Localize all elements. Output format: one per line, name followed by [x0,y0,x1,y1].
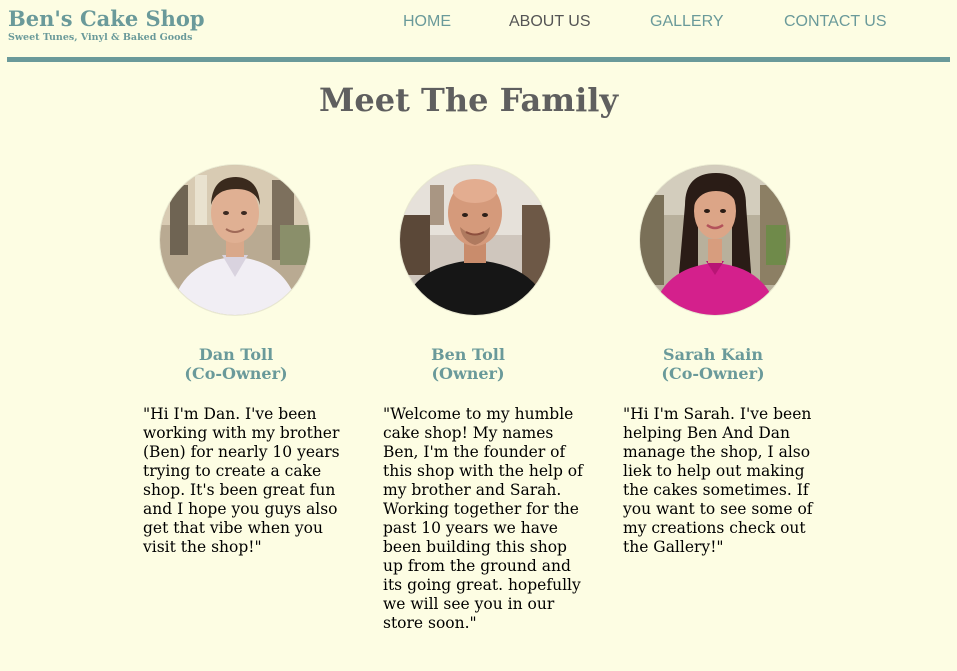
portrait-sarah-image [640,165,790,315]
nav-link-home[interactable]: HOME [403,12,451,32]
site-tagline: Sweet Tunes, Vinyl & Baked Goods [8,32,193,43]
member-name: Dan Toll [198,345,274,364]
member-role: (Owner) [431,364,505,383]
nav-link-gallery[interactable]: GALLERY [650,12,724,32]
member-name-block: Ben Toll (Owner) [363,345,573,383]
member-role: (Co-Owner) [184,364,288,383]
nav-link-contact-us[interactable]: CONTACT US [784,12,887,32]
avatar-ben [400,165,550,315]
main-nav: HOME ABOUT US GALLERY CONTACT US [0,12,957,32]
member-quote: "Hi I'm Dan. I've been working with my b… [143,405,340,556]
nav-link-about-us[interactable]: ABOUT US [509,12,591,32]
portrait-dan-image [160,165,310,315]
member-name: Ben Toll [431,345,505,364]
member-name-block: Sarah Kain (Co-Owner) [608,345,818,383]
page-title: Meet The Family [318,81,619,119]
avatar-dan [160,165,310,315]
member-quote: "Hi I'm Sarah. I've been helping Ben And… [623,405,813,556]
member-name: Sarah Kain [663,345,763,364]
member-role: (Co-Owner) [661,364,765,383]
avatar-sarah [640,165,790,315]
header-divider [7,57,950,62]
portrait-ben-image [400,165,550,315]
member-quote: "Welcome to my humble cake shop! My name… [383,405,583,632]
member-name-block: Dan Toll (Co-Owner) [131,345,341,383]
